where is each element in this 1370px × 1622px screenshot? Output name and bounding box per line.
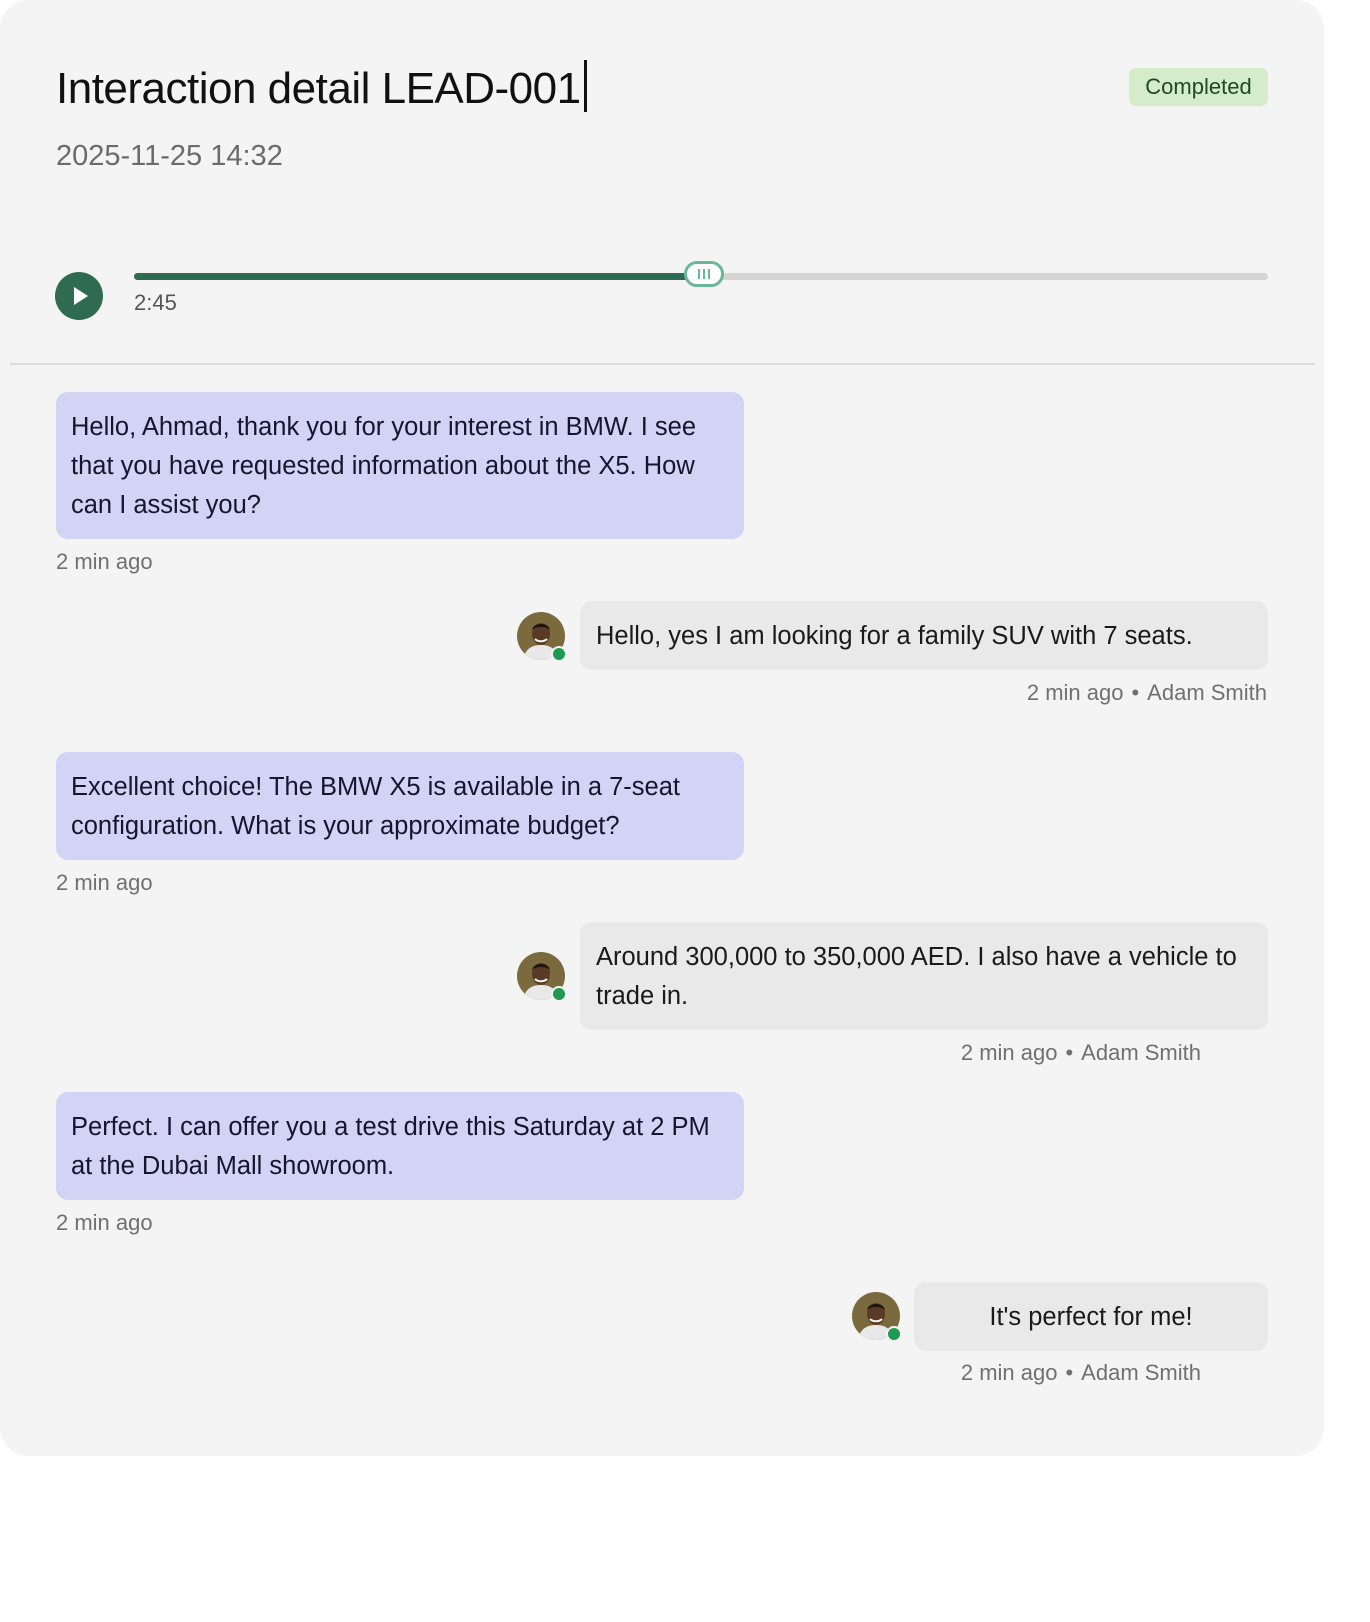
audio-scrubber-handle[interactable] — [684, 261, 725, 287]
message-text: Perfect. I can offer you a test drive th… — [71, 1113, 710, 1180]
audio-progress-fill — [134, 273, 705, 280]
user-message-bubble: Around 300,000 to 350,000 AED. I also ha… — [580, 922, 1268, 1030]
agent-message-bubble: Perfect. I can offer you a test drive th… — [56, 1092, 744, 1200]
message-time: 2 min ago — [1026, 680, 1124, 705]
message-time: 2 min ago — [56, 549, 153, 574]
interaction-date: 2025-11-25 14:32 — [56, 140, 283, 172]
online-status-dot — [551, 646, 567, 662]
online-status-dot — [886, 1326, 902, 1342]
message-text: Hello, Ahmad, thank you for your interes… — [71, 413, 697, 519]
play-button[interactable] — [55, 272, 103, 320]
interaction-card: Interaction detail LEAD-001 2025-11-25 1… — [0, 0, 1324, 1456]
message-text: Excellent choice! The BMW X5 is availabl… — [71, 773, 680, 840]
user-message-bubble: It's perfect for me! — [914, 1282, 1268, 1351]
audio-progress-track[interactable] — [134, 261, 1268, 287]
message-time: 2 min ago — [960, 1360, 1058, 1385]
message-time: 2 min ago — [56, 1210, 153, 1235]
online-status-dot — [551, 986, 567, 1002]
message-time: 2 min ago — [960, 1040, 1058, 1065]
message-text: It's perfect for me! — [989, 1303, 1193, 1331]
message-meta: 2 min ago • Adam Smith — [961, 1040, 1201, 1066]
message-author: Adam Smith — [1081, 1040, 1201, 1065]
agent-message-bubble: Hello, Ahmad, thank you for your interes… — [56, 392, 744, 539]
message-meta: 2 min ago • Adam Smith — [961, 1360, 1201, 1386]
meta-separator: • — [1065, 1360, 1074, 1385]
message-author: Adam Smith — [1081, 1360, 1201, 1385]
message-text: Around 300,000 to 350,000 AED. I also ha… — [596, 943, 1237, 1010]
text-caret — [583, 60, 587, 112]
page-title: Interaction detail LEAD-001 — [56, 60, 587, 114]
user-avatar — [517, 612, 567, 662]
message-author: Adam Smith — [1147, 680, 1267, 705]
message-text: Hello, yes I am looking for a family SUV… — [596, 622, 1193, 650]
divider — [10, 363, 1315, 365]
message-meta: 2 min ago • Adam Smith — [1027, 680, 1267, 706]
status-badge: Completed — [1129, 68, 1268, 106]
meta-separator: • — [1065, 1040, 1074, 1065]
message-meta: 2 min ago — [56, 870, 153, 896]
current-time: 2:45 — [134, 290, 177, 315]
user-avatar — [852, 1292, 902, 1342]
user-avatar — [517, 952, 567, 1002]
user-message-bubble: Hello, yes I am looking for a family SUV… — [580, 601, 1268, 670]
message-time: 2 min ago — [56, 870, 153, 895]
message-meta: 2 min ago — [56, 549, 153, 575]
agent-message-bubble: Excellent choice! The BMW X5 is availabl… — [56, 752, 744, 860]
meta-separator: • — [1131, 680, 1140, 705]
message-meta: 2 min ago — [56, 1210, 153, 1236]
play-icon — [74, 287, 88, 305]
